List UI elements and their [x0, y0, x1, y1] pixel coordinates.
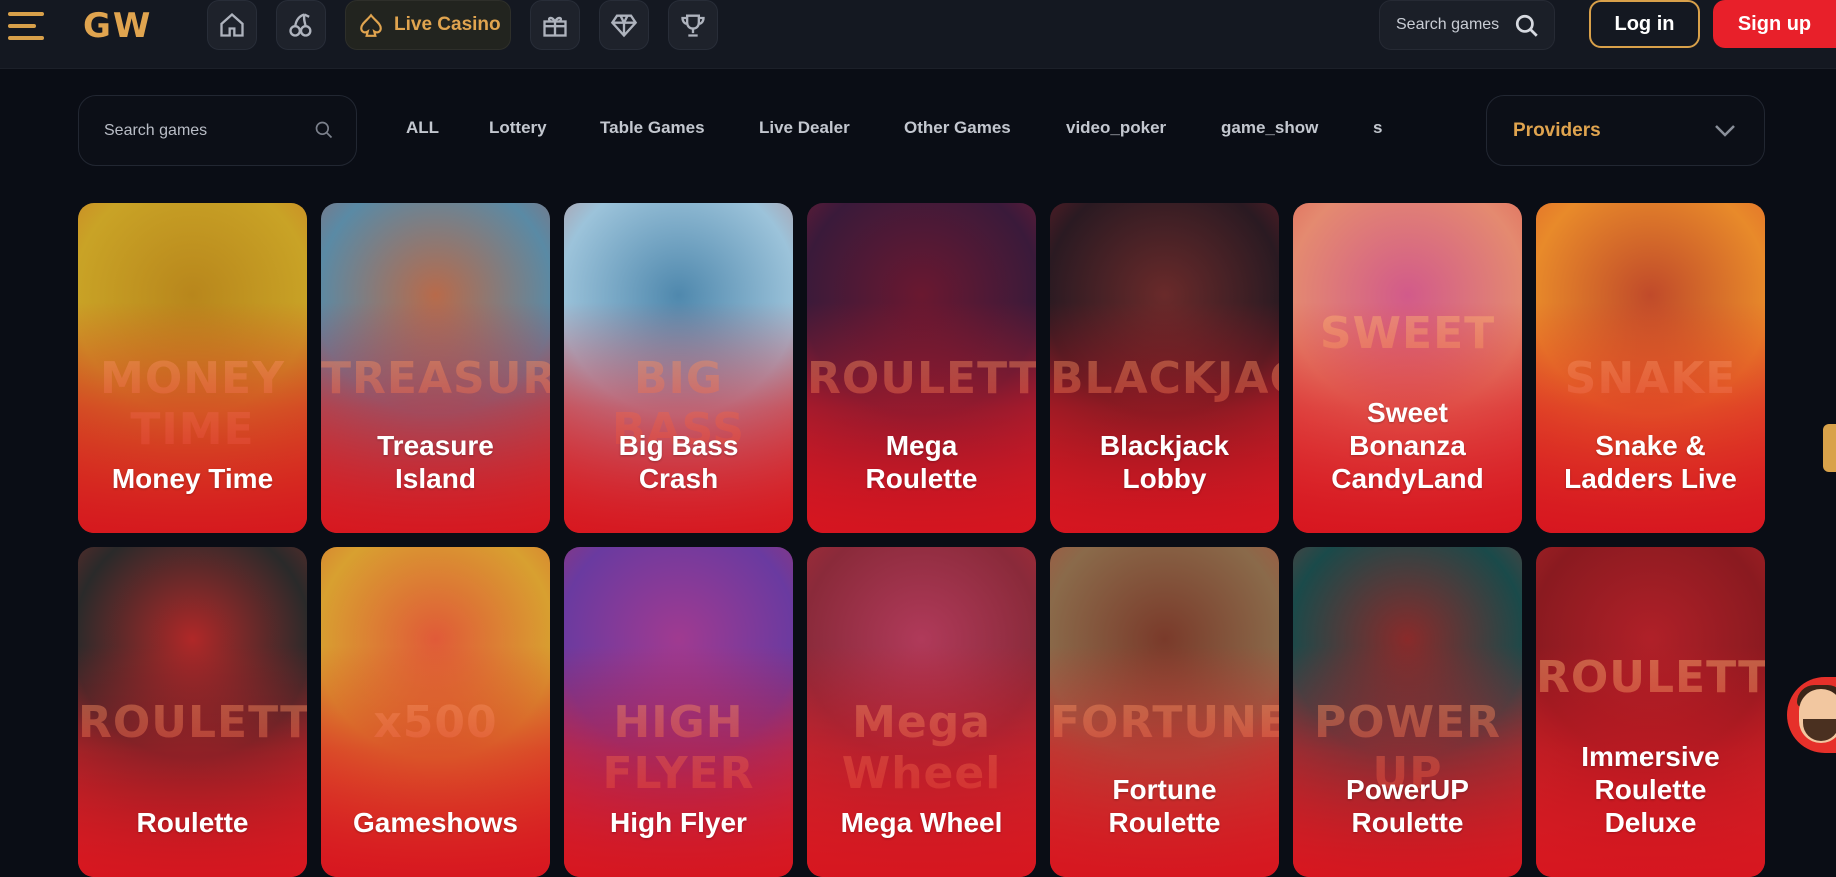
game-title-line: Big Bass — [618, 430, 739, 461]
search-icon — [1515, 14, 1538, 37]
game-title: Gameshows — [325, 806, 546, 839]
game-title-line: Bonanza — [1349, 430, 1466, 461]
game-search-input[interactable]: Search games — [78, 95, 357, 166]
slots-cherry-icon[interactable] — [276, 0, 326, 50]
game-title-line: Snake & — [1595, 430, 1706, 461]
game-title: Immersive Roulette Deluxe — [1540, 740, 1761, 839]
game-title-line: Lobby — [1122, 463, 1207, 494]
game-search-placeholder: Search games — [104, 121, 208, 139]
game-title-line: PowerUP — [1346, 774, 1469, 805]
live-casino-tab[interactable]: Live Casino — [345, 0, 511, 50]
support-chat-avatar[interactable] — [1787, 677, 1836, 753]
top-navbar: GW Live Casino Search games Log in Sign … — [0, 0, 1836, 69]
game-title: Treasure Island — [325, 429, 546, 495]
category-all[interactable]: ALL — [406, 118, 439, 138]
category-table-games[interactable]: Table Games — [600, 118, 705, 138]
game-card[interactable]: x500Gameshows — [321, 547, 550, 877]
game-title-line: Roulette — [1108, 807, 1221, 838]
game-card[interactable]: BIG BASSBig BassCrash — [564, 203, 793, 533]
game-card[interactable]: SWEETSweetBonanzaCandyLand — [1293, 203, 1522, 533]
game-title-line: Roulette — [136, 807, 249, 838]
header-search-placeholder: Search games — [1396, 16, 1500, 33]
side-drawer-tab[interactable] — [1823, 424, 1836, 472]
game-title-line: Mega Wheel — [840, 807, 1003, 838]
game-title: Roulette — [82, 806, 303, 839]
game-title-line: Ladders Live — [1564, 463, 1737, 494]
providers-label: Providers — [1513, 119, 1601, 141]
game-card[interactable]: ROULETTERoulette — [78, 547, 307, 877]
category-video-poker[interactable]: video_poker — [1066, 118, 1166, 138]
game-title-line: Fortune — [1112, 774, 1217, 805]
game-title-line: Roulette — [1351, 807, 1464, 838]
game-card[interactable]: Mega WheelMega Wheel — [807, 547, 1036, 877]
header-search[interactable]: Search games — [1379, 0, 1555, 50]
site-logo[interactable]: GW — [83, 6, 152, 46]
game-card[interactable]: TREASURETreasureIsland — [321, 203, 550, 533]
game-title: Fortune Roulette — [1054, 773, 1275, 839]
diamond-icon[interactable] — [599, 0, 649, 50]
game-title-line: Treasure — [377, 430, 494, 461]
spade-icon — [360, 13, 382, 37]
game-title: Big Bass Crash — [568, 429, 789, 495]
game-title-line: Blackjack — [1099, 430, 1230, 461]
game-card[interactable]: BLACKJACKBlackjackLobby — [1050, 203, 1279, 533]
game-title-line: Mega — [885, 430, 958, 461]
game-title-line: Island — [395, 463, 476, 494]
game-card[interactable]: ROULETTEImmersiveRouletteDeluxe — [1536, 547, 1765, 877]
category-game-show[interactable]: game_show — [1221, 118, 1318, 138]
category-live-dealer[interactable]: Live Dealer — [759, 118, 850, 138]
game-title-line: Deluxe — [1604, 807, 1697, 838]
category-s[interactable]: s — [1373, 118, 1382, 138]
game-title: Mega Wheel — [811, 806, 1032, 839]
game-card[interactable]: SNAKESnake &Ladders Live — [1536, 203, 1765, 533]
category-other-games[interactable]: Other Games — [904, 118, 1011, 138]
login-button[interactable]: Log in — [1589, 0, 1700, 48]
search-icon — [315, 121, 333, 139]
home-icon[interactable] — [207, 0, 257, 50]
chevron-down-icon — [1715, 125, 1735, 137]
game-card[interactable]: ROULETTEMegaRoulette — [807, 203, 1036, 533]
game-title: Blackjack Lobby — [1054, 429, 1275, 495]
game-title-line: Crash — [638, 463, 719, 494]
menu-icon[interactable] — [8, 12, 48, 42]
game-title: Snake & Ladders Live — [1540, 429, 1761, 495]
game-title-line: High Flyer — [610, 807, 747, 838]
category-lottery[interactable]: Lottery — [489, 118, 547, 138]
game-title-line: Gameshows — [353, 807, 518, 838]
game-title: Mega Roulette — [811, 429, 1032, 495]
game-title-line: Roulette — [865, 463, 978, 494]
trophy-icon[interactable] — [668, 0, 718, 50]
game-card[interactable]: HIGH FLYERHigh Flyer — [564, 547, 793, 877]
game-title: PowerUP Roulette — [1297, 773, 1518, 839]
game-title: Sweet Bonanza CandyLand — [1297, 396, 1518, 495]
providers-dropdown[interactable]: Providers — [1486, 95, 1765, 166]
gift-icon[interactable] — [530, 0, 580, 50]
game-card[interactable]: FORTUNEFortuneRoulette — [1050, 547, 1279, 877]
game-title-line: Immersive — [1581, 741, 1720, 772]
game-card[interactable]: MONEY TIMEMoney Time — [78, 203, 307, 533]
game-title-line: Sweet — [1367, 397, 1448, 428]
game-card[interactable]: POWER UPPowerUPRoulette — [1293, 547, 1522, 877]
game-title: Money Time — [82, 462, 303, 495]
game-title-line: CandyLand — [1331, 463, 1484, 494]
game-title: High Flyer — [568, 806, 789, 839]
game-title-line: Roulette — [1594, 774, 1707, 805]
live-casino-label: Live Casino — [394, 14, 501, 35]
game-title-line: Money Time — [111, 463, 274, 494]
signup-button[interactable]: Sign up — [1713, 0, 1836, 48]
